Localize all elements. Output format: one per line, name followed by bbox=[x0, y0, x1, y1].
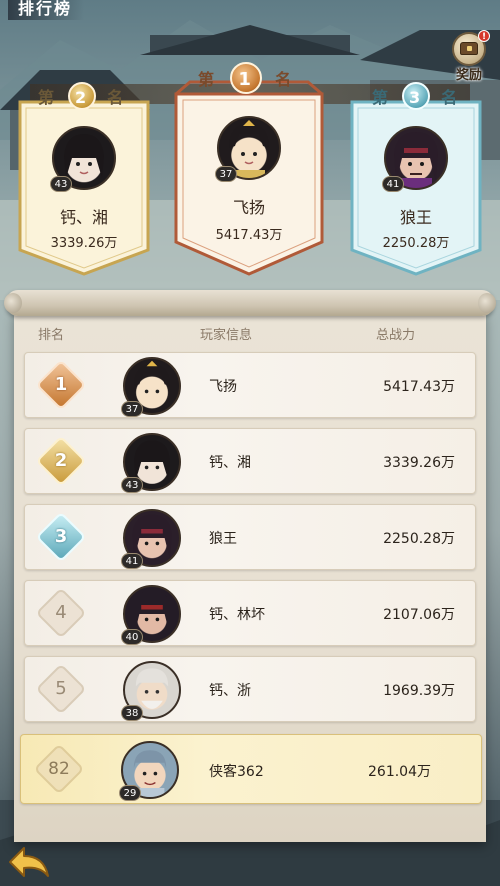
row-name: 钙、林坏 bbox=[209, 607, 265, 623]
podium-3-power: 2250.28万 bbox=[382, 236, 450, 251]
table-row[interactable]: 5 38 钙、浙 1969.39万 bbox=[24, 656, 476, 722]
podium-1-avatar-wrap: 37 bbox=[215, 116, 281, 182]
back-button[interactable] bbox=[4, 842, 54, 882]
row-name: 狼王 bbox=[209, 531, 237, 547]
rank-tag-3-post: 名 bbox=[441, 88, 460, 107]
my-rank: 82 bbox=[48, 759, 70, 779]
header-player: 玩家信息 bbox=[200, 328, 253, 343]
level-badge: 37 bbox=[121, 401, 143, 417]
row-rank: 2 bbox=[54, 450, 68, 471]
row-rank: 3 bbox=[54, 526, 68, 547]
rank-tag-3: 第 3 名 bbox=[372, 82, 459, 110]
row-avatar-wrap: 29 bbox=[119, 741, 179, 801]
row-avatar-wrap: 43 bbox=[121, 433, 181, 493]
rank-tag-1-pre: 第 bbox=[198, 70, 217, 89]
row-name: 飞扬 bbox=[209, 379, 237, 395]
table-row[interactable]: 2 43 钙、湘 3339.26万 bbox=[24, 428, 476, 494]
my-rank-row[interactable]: 82 29 侠客362 261.04万 bbox=[20, 734, 482, 804]
row-rank: 5 bbox=[55, 678, 67, 699]
podium-2-power: 3339.26万 bbox=[50, 236, 118, 251]
reward-button[interactable]: ! 奖励 bbox=[446, 30, 492, 83]
row-power: 2107.06万 bbox=[383, 607, 455, 623]
podium-1-power: 5417.43万 bbox=[215, 228, 283, 243]
podium-3-avatar-wrap: 41 bbox=[382, 126, 448, 192]
level-badge: 37 bbox=[215, 166, 237, 182]
row-rank: 1 bbox=[54, 374, 68, 395]
level-badge: 40 bbox=[121, 629, 143, 645]
row-avatar-wrap: 37 bbox=[121, 357, 181, 417]
table-row[interactable]: 1 37 飞扬 5417.43万 bbox=[24, 352, 476, 418]
level-badge: 43 bbox=[50, 176, 72, 192]
back-arrow-icon bbox=[9, 847, 49, 877]
rank-tag-2-post: 名 bbox=[107, 88, 126, 107]
rank-tag-3-num: 3 bbox=[401, 82, 430, 110]
rank-tag-2-pre: 第 bbox=[38, 88, 57, 107]
podium-2-avatar-wrap: 43 bbox=[50, 126, 116, 192]
my-power: 261.04万 bbox=[368, 764, 431, 780]
treasure-chest-icon bbox=[460, 42, 478, 55]
row-power: 5417.43万 bbox=[383, 379, 455, 395]
scroll-rod bbox=[4, 290, 496, 316]
podium-card-3[interactable]: 41 狼王 2250.28万 bbox=[350, 100, 482, 276]
level-badge: 29 bbox=[119, 785, 141, 801]
reward-label: 奖励 bbox=[455, 68, 482, 83]
row-avatar-wrap: 38 bbox=[121, 661, 181, 721]
table-row[interactable]: 3 41 狼王 2250.28万 bbox=[24, 504, 476, 570]
row-power: 3339.26万 bbox=[383, 455, 455, 471]
podium-3-name: 狼王 bbox=[399, 208, 432, 227]
rank-tag-2: 第 2 名 bbox=[38, 82, 125, 110]
rank-tag-1-num: 1 bbox=[229, 62, 262, 94]
page-title: 排行榜 bbox=[8, 0, 85, 20]
row-name: 钙、浙 bbox=[209, 683, 251, 699]
level-badge: 41 bbox=[121, 553, 143, 569]
level-badge: 38 bbox=[121, 705, 143, 721]
podium-card-1[interactable]: 37 飞扬 5417.43万 bbox=[174, 80, 324, 276]
podium-1-name: 飞扬 bbox=[232, 198, 265, 217]
podium-card-2[interactable]: 43 钙、湘 3339.26万 bbox=[18, 100, 150, 276]
row-power: 1969.39万 bbox=[383, 683, 455, 699]
table-header: 排名 玩家信息 总战力 bbox=[14, 318, 486, 344]
row-avatar-wrap: 40 bbox=[121, 585, 181, 645]
row-power: 2250.28万 bbox=[383, 531, 455, 547]
level-badge: 43 bbox=[121, 477, 143, 493]
header-rank: 排名 bbox=[38, 328, 65, 343]
table-row[interactable]: 4 40 钙、林坏 2107.06万 bbox=[24, 580, 476, 646]
podium-2-name: 钙、湘 bbox=[59, 208, 108, 227]
notification-badge: ! bbox=[478, 30, 490, 42]
rank-tag-2-num: 2 bbox=[67, 82, 96, 110]
row-name: 钙、湘 bbox=[209, 455, 251, 471]
row-rank: 4 bbox=[55, 602, 67, 623]
my-name: 侠客362 bbox=[209, 764, 264, 780]
header-power: 总战力 bbox=[376, 328, 416, 343]
rank-tag-3-pre: 第 bbox=[372, 88, 391, 107]
rank-tag-1: 第 1 名 bbox=[198, 62, 293, 94]
level-badge: 41 bbox=[382, 176, 404, 192]
rank-tag-1-post: 名 bbox=[275, 70, 294, 89]
row-avatar-wrap: 41 bbox=[121, 509, 181, 569]
